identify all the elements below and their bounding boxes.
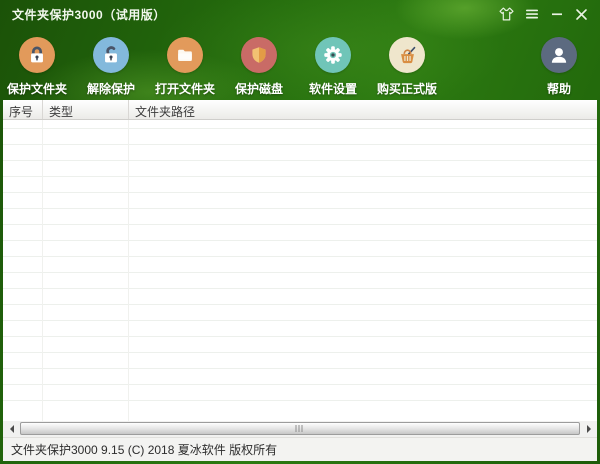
close-button[interactable] bbox=[573, 6, 590, 23]
minimize-button[interactable] bbox=[548, 6, 565, 23]
horizontal-scrollbar[interactable] bbox=[3, 421, 597, 437]
buy-full-version-button[interactable]: 购买正式版 bbox=[370, 37, 444, 97]
column-header-type[interactable]: 类型 bbox=[43, 100, 129, 119]
shopping-basket-icon bbox=[389, 37, 425, 73]
toolbar-button-label: 保护文件夹 bbox=[7, 80, 67, 97]
table-header: 序号 类型 文件夹路径 bbox=[3, 100, 597, 120]
window-title: 文件夹保护3000（试用版） bbox=[12, 6, 166, 23]
lock-open-icon bbox=[93, 37, 129, 73]
column-divider bbox=[42, 120, 43, 421]
toolbar-button-label: 购买正式版 bbox=[377, 80, 437, 97]
lock-closed-icon bbox=[19, 37, 55, 73]
column-divider bbox=[128, 120, 129, 421]
column-header-index[interactable]: 序号 bbox=[3, 100, 43, 119]
toolbar-button-label: 软件设置 bbox=[309, 80, 357, 97]
app-window: 文件夹保护3000（试用版） bbox=[0, 0, 600, 464]
toolbar-button-label: 打开文件夹 bbox=[155, 80, 215, 97]
column-header-path[interactable]: 文件夹路径 bbox=[129, 100, 597, 119]
toolbar-button-label: 保护磁盘 bbox=[235, 80, 283, 97]
protect-disk-button[interactable]: 保护磁盘 bbox=[222, 37, 296, 97]
gear-icon bbox=[315, 37, 351, 73]
scrollbar-grip-icon bbox=[296, 425, 305, 432]
toolbar: 保护文件夹 解除保护 打开文件夹 bbox=[0, 28, 600, 100]
scroll-right-arrow[interactable] bbox=[581, 421, 597, 437]
folder-icon bbox=[167, 37, 203, 73]
help-button[interactable]: 帮助 bbox=[522, 37, 596, 97]
status-text: 文件夹保护3000 9.15 (C) 2018 夏冰软件 版权所有 bbox=[11, 441, 277, 458]
remove-protection-button[interactable]: 解除保护 bbox=[74, 37, 148, 97]
window-controls bbox=[498, 6, 590, 23]
settings-button[interactable]: 软件设置 bbox=[296, 37, 370, 97]
skin-icon[interactable] bbox=[498, 6, 515, 23]
user-icon bbox=[541, 37, 577, 73]
status-bar: 文件夹保护3000 9.15 (C) 2018 夏冰软件 版权所有 bbox=[3, 437, 597, 461]
protect-folder-button[interactable]: 保护文件夹 bbox=[0, 37, 74, 97]
scrollbar-thumb[interactable] bbox=[20, 422, 580, 435]
toolbar-button-label: 帮助 bbox=[547, 80, 571, 97]
shield-icon bbox=[241, 37, 277, 73]
toolbar-button-label: 解除保护 bbox=[87, 80, 135, 97]
title-bar: 文件夹保护3000（试用版） bbox=[0, 0, 600, 28]
open-folder-button[interactable]: 打开文件夹 bbox=[148, 37, 222, 97]
client-area: 序号 类型 文件夹路径 文件夹保护3000 9.15 (C) 2018 夏冰软件… bbox=[3, 100, 597, 461]
table-body[interactable] bbox=[3, 120, 597, 421]
scroll-left-arrow[interactable] bbox=[3, 421, 19, 437]
menu-icon[interactable] bbox=[523, 6, 540, 23]
